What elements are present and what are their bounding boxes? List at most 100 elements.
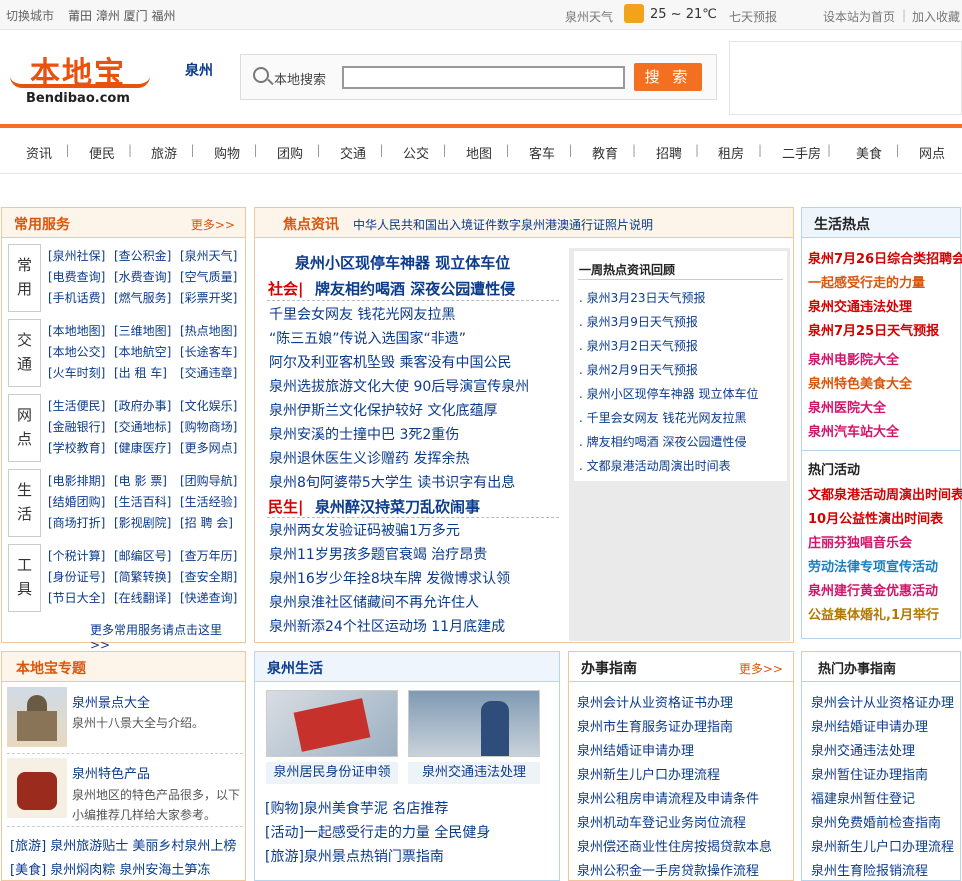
- hot-guide-item[interactable]: 泉州新生儿户口办理流程: [811, 836, 954, 855]
- service-link[interactable]: [身份证号]: [48, 567, 114, 588]
- people-headline[interactable]: 泉州醉汉持菜刀乱砍闹事: [315, 496, 480, 517]
- hot-guide-item[interactable]: 泉州会计从业资格证办理: [811, 692, 954, 711]
- service-link[interactable]: [简繁转换]: [114, 567, 180, 588]
- service-link[interactable]: [泉州天气]: [180, 246, 246, 267]
- service-link[interactable]: [交通地标]: [114, 417, 180, 438]
- site-logo[interactable]: 本地宝 Bendibao.com: [10, 48, 150, 108]
- nav-item[interactable]: 旅游: [151, 143, 177, 162]
- life-link[interactable]: [购物]泉州美食芋泥 名店推荐: [265, 798, 448, 818]
- nearby-cities-links[interactable]: 莆田 漳州 厦门 福州: [68, 7, 175, 24]
- travel-links[interactable]: [旅游] 泉州旅游贴士 美丽乡村泉州上榜: [10, 835, 236, 854]
- service-link[interactable]: [手机话费]: [48, 288, 114, 309]
- weekly-hot-item[interactable]: . 千里会女网友 钱花光网友拉黑: [579, 409, 746, 426]
- more-link[interactable]: 更多>>: [191, 216, 235, 233]
- service-link[interactable]: [招 聘 会]: [180, 513, 246, 534]
- service-link[interactable]: [更多网点]: [180, 438, 246, 459]
- weekly-hot-item[interactable]: . 泉州2月9日天气预报: [579, 361, 698, 378]
- nav-item[interactable]: 租房: [718, 143, 744, 162]
- topic-title[interactable]: 泉州特色产品: [72, 763, 150, 782]
- service-link[interactable]: [电影排期]: [48, 471, 114, 492]
- service-link[interactable]: [火车时刻]: [48, 363, 114, 384]
- nav-item[interactable]: 公交: [403, 143, 429, 162]
- service-link[interactable]: [生活经验]: [180, 492, 246, 513]
- service-link[interactable]: [出 租 车]: [114, 363, 180, 384]
- life-hot-item[interactable]: 泉州医院大全: [808, 397, 886, 416]
- weekly-hot-item[interactable]: . 泉州3月9日天气预报: [579, 313, 698, 330]
- news-item[interactable]: 泉州16岁少年拴8块车牌 发微博求认领: [269, 568, 510, 588]
- service-link[interactable]: [泉州社保]: [48, 246, 114, 267]
- news-item[interactable]: 泉州安溪的士撞中巴 3死2重伤: [269, 424, 459, 444]
- life-hot-item[interactable]: 泉州交通违法处理: [808, 296, 912, 315]
- news-item[interactable]: 泉州退休医生义诊赠药 发挥余热: [269, 448, 469, 468]
- service-link[interactable]: [邮编区号]: [114, 546, 180, 567]
- service-link[interactable]: [结婚团购]: [48, 492, 114, 513]
- weekly-hot-item[interactable]: . 泉州小区现停车神器 现立体车位: [579, 385, 758, 402]
- service-link[interactable]: [交通违章]: [180, 363, 246, 384]
- nav-item[interactable]: 地图: [466, 143, 492, 162]
- service-link[interactable]: [团购导航]: [180, 471, 246, 492]
- seven-day-forecast-link[interactable]: 七天预报: [729, 8, 777, 25]
- nav-item[interactable]: 招聘: [656, 143, 682, 162]
- hot-guide-item[interactable]: 泉州交通违法处理: [811, 740, 915, 759]
- nav-item[interactable]: 购物: [214, 143, 240, 162]
- service-link[interactable]: [水费查询]: [114, 267, 180, 288]
- switch-city-link[interactable]: 切换城市: [6, 7, 54, 24]
- service-link[interactable]: [彩票开奖]: [180, 288, 246, 309]
- more-services-link[interactable]: 更多常用服务请点击这里 >>: [90, 621, 245, 652]
- service-link[interactable]: [电 影 票]: [114, 471, 180, 492]
- weekly-hot-item[interactable]: . 泉州3月23日天气预报: [579, 289, 706, 306]
- service-link[interactable]: [长途客车]: [180, 342, 246, 363]
- guide-item[interactable]: 泉州市生育服务证办理指南: [577, 716, 733, 735]
- image-caption[interactable]: 泉州居民身份证申领: [266, 762, 398, 784]
- life-link[interactable]: [活动]一起感受行走的力量 全民健身: [265, 822, 490, 842]
- news-item[interactable]: 泉州选拔旅游文化大使 90后导演宣传泉州: [269, 376, 529, 396]
- news-item[interactable]: 阿尔及利亚客机坠毁 乘客没有中国公民: [269, 352, 511, 372]
- activity-item[interactable]: 公益集体婚礼,1月举行: [808, 604, 939, 623]
- nav-item[interactable]: 客车: [529, 143, 555, 162]
- life-hot-item[interactable]: 泉州电影院大全: [808, 349, 899, 368]
- weekly-hot-item[interactable]: . 牌友相约喝酒 深夜公园遭性侵: [579, 433, 746, 450]
- service-link[interactable]: [生活百科]: [114, 492, 180, 513]
- service-link[interactable]: [查万年历]: [180, 546, 246, 567]
- social-headline[interactable]: 牌友相约喝酒 深夜公园遭性侵: [315, 278, 515, 299]
- news-item[interactable]: “陈三五娘”传说入选国家“非遗”: [269, 328, 466, 348]
- activity-item[interactable]: 劳动法律专项宣传活动: [808, 556, 938, 575]
- more-link[interactable]: 更多>>: [739, 660, 783, 677]
- service-link[interactable]: [快递查询]: [180, 588, 246, 609]
- guide-item[interactable]: 泉州机动车登记业务岗位流程: [577, 812, 746, 831]
- service-link[interactable]: [查安全期]: [180, 567, 246, 588]
- service-link[interactable]: [三维地图]: [114, 321, 180, 342]
- life-link[interactable]: [旅游]泉州景点热销门票指南: [265, 846, 444, 866]
- search-input[interactable]: [342, 66, 625, 89]
- news-item[interactable]: 千里会女网友 钱花光网友拉黑: [269, 304, 455, 324]
- life-hot-item[interactable]: 泉州特色美食大全: [808, 373, 912, 392]
- news-item[interactable]: 泉州11岁男孩多题官衰竭 治疗昂贵: [269, 544, 487, 564]
- set-homepage-link[interactable]: 设本站为首页: [823, 8, 895, 25]
- service-link[interactable]: [购物商场]: [180, 417, 246, 438]
- weekly-hot-item[interactable]: . 文都泉港活动周演出时间表: [579, 457, 731, 474]
- news-item[interactable]: 泉州伊斯兰文化保护较好 文化底蕴厚: [269, 400, 497, 420]
- service-link[interactable]: [学校教育]: [48, 438, 114, 459]
- guide-item[interactable]: 泉州公租房申请流程及申请条件: [577, 788, 759, 807]
- nav-item[interactable]: 团购: [277, 143, 303, 162]
- service-link[interactable]: [在线翻译]: [114, 588, 180, 609]
- guide-item[interactable]: 泉州公积金一手房贷款操作流程: [577, 860, 759, 879]
- service-link[interactable]: [个税计算]: [48, 546, 114, 567]
- service-link[interactable]: [本地公交]: [48, 342, 114, 363]
- add-favorite-link[interactable]: 加入收藏: [912, 8, 960, 25]
- current-city[interactable]: 泉州: [185, 60, 213, 80]
- activity-item[interactable]: 泉州建行黄金优惠活动: [808, 580, 938, 599]
- news-item[interactable]: 泉州8旬阿婆带5大学生 读书识字有出息: [269, 472, 515, 492]
- life-hot-item[interactable]: 一起感受行走的力量: [808, 272, 925, 291]
- id-card-image[interactable]: [266, 690, 398, 757]
- service-link[interactable]: [本地地图]: [48, 321, 114, 342]
- service-link[interactable]: [生活便民]: [48, 396, 114, 417]
- guide-item[interactable]: 泉州新生儿户口办理流程: [577, 764, 720, 783]
- food-links[interactable]: [美食] 泉州焖肉粽 泉州安海土笋冻: [10, 859, 210, 878]
- hot-guide-item[interactable]: 泉州结婚证申请办理: [811, 716, 928, 735]
- nav-item[interactable]: 资讯: [26, 143, 52, 162]
- activity-item[interactable]: 文都泉港活动周演出时间表: [808, 484, 962, 503]
- hot-guide-item[interactable]: 泉州生育险报销流程: [811, 860, 928, 879]
- news-item[interactable]: 泉州泉淮社区储藏间不再允许住人: [269, 592, 479, 612]
- topic-title[interactable]: 泉州景点大全: [72, 692, 150, 711]
